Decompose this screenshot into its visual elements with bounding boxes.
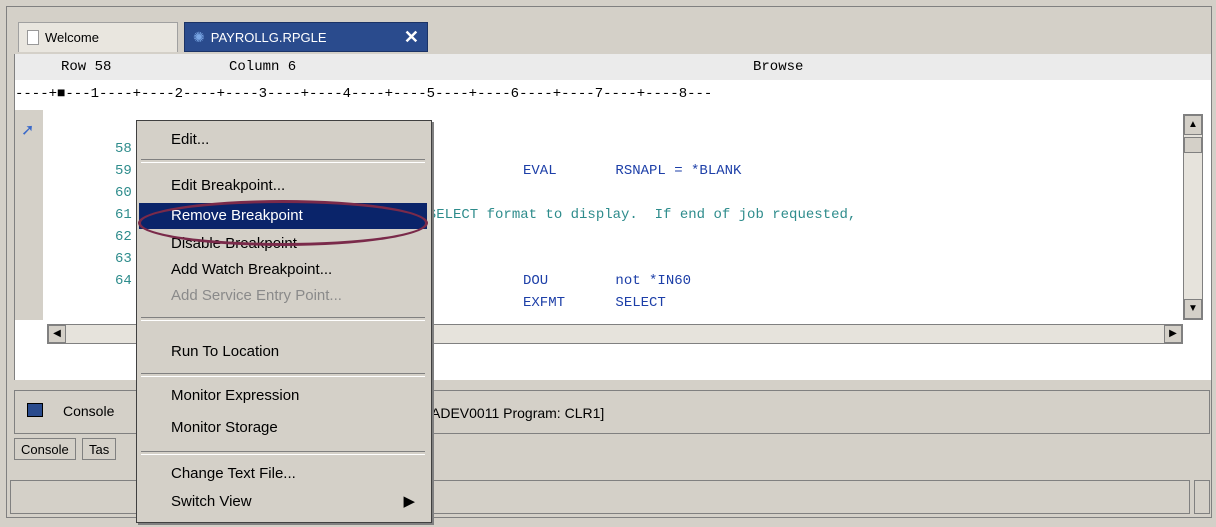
- menu-separator: [141, 451, 425, 455]
- menu-separator: [141, 317, 425, 321]
- menu-item-add-watch-breakpoint[interactable]: Add Watch Breakpoint...: [139, 257, 427, 283]
- context-menu: Edit... Edit Breakpoint... Remove Breakp…: [136, 120, 432, 523]
- tab-welcome[interactable]: Welcome: [18, 22, 178, 52]
- row-indicator: Row 58: [61, 59, 112, 75]
- console-status: ADEV0011 Program: CLR1]: [431, 405, 605, 421]
- scroll-down-button[interactable]: ▼: [1184, 299, 1202, 319]
- line-number: 64: [115, 273, 132, 289]
- scroll-up-button[interactable]: ▲: [1184, 115, 1202, 135]
- menu-item-disable-breakpoint[interactable]: Disable Breakpoint: [139, 231, 427, 257]
- menu-item-add-service-entry-point[interactable]: Add Service Entry Point...: [139, 283, 427, 309]
- scroll-right-button[interactable]: ▶: [1164, 325, 1182, 343]
- column-ruler: ----+■---1----+----2----+----3----+----4…: [15, 81, 1211, 107]
- vertical-scrollbar[interactable]: ▲ ▼: [1183, 114, 1203, 320]
- console-icon: [27, 403, 43, 417]
- tab-label: Welcome: [45, 30, 99, 45]
- line-text: EXFMT SELECT: [523, 295, 666, 311]
- scroll-left-button[interactable]: ◀: [48, 325, 66, 343]
- menu-item-run-to-location[interactable]: Run To Location: [139, 339, 427, 365]
- menu-item-monitor-expression[interactable]: Monitor Expression: [139, 383, 427, 409]
- editor-header: Row 58 Column 6 Browse: [15, 54, 1211, 80]
- gear-icon: ✺: [193, 28, 205, 45]
- menu-item-change-text-file[interactable]: Change Text File...: [139, 461, 427, 487]
- tab-tasks[interactable]: Tas: [82, 438, 117, 460]
- submenu-arrow-icon: ▶: [403, 493, 415, 510]
- mode-indicator: Browse: [753, 59, 804, 75]
- menu-separator: [141, 159, 425, 163]
- breakpoint-icon[interactable]: ➚: [21, 120, 34, 140]
- status-field: [1194, 480, 1210, 514]
- menu-item-monitor-storage[interactable]: Monitor Storage: [139, 415, 427, 441]
- tab-console[interactable]: Console: [14, 438, 76, 460]
- close-icon[interactable]: ✕: [404, 27, 419, 48]
- tab-payrollg-rpgle[interactable]: ✺ PAYROLLG.RPGLE ✕: [184, 22, 428, 52]
- menu-separator: [141, 373, 425, 377]
- scroll-thumb[interactable]: [1184, 137, 1202, 153]
- console-title: Console: [63, 403, 115, 419]
- menu-item-edit-breakpoint[interactable]: Edit Breakpoint...: [139, 173, 427, 199]
- menu-item-switch-view[interactable]: Switch View ▶: [139, 489, 427, 515]
- menu-item-remove-breakpoint[interactable]: Remove Breakpoint: [139, 203, 427, 229]
- menu-item-edit[interactable]: Edit...: [139, 127, 427, 153]
- line-text: DOU not *IN60: [523, 273, 692, 289]
- column-indicator: Column 6: [229, 59, 297, 75]
- menu-item-label: Switch View: [171, 493, 252, 510]
- tab-label: PAYROLLG.RPGLE: [210, 29, 327, 45]
- editor-tab-bar: Welcome ✺ PAYROLLG.RPGLE ✕: [14, 14, 1210, 55]
- breakpoint-gutter[interactable]: ➚: [15, 110, 43, 320]
- document-icon: [27, 30, 39, 45]
